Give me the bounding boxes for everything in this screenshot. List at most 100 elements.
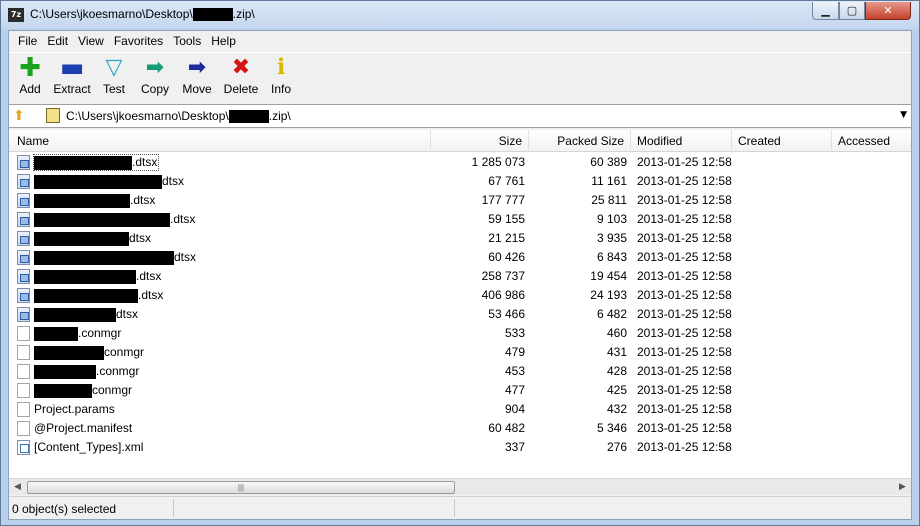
file-name-cell[interactable]: .dtsx [17, 191, 437, 210]
close-button[interactable]: ✕ [865, 2, 911, 20]
file-name-cell[interactable]: conmgr [17, 343, 437, 362]
7zip-app-icon[interactable]: 7z [8, 8, 24, 22]
menu-favorites[interactable]: Favorites [109, 31, 168, 51]
file-row[interactable]: Project.params 904 432 2013-01-25 12:58 [9, 400, 911, 419]
column-created[interactable]: Created [732, 130, 832, 152]
add-button[interactable]: ✚ Add [13, 55, 47, 101]
redacted-block [34, 193, 130, 208]
column-name[interactable]: Name [9, 130, 431, 152]
file-name-cell[interactable]: Project.params [17, 400, 437, 419]
file-icon [17, 345, 30, 360]
file-packed-size-cell: 460 [606, 326, 627, 340]
file-name-cell[interactable]: dtsx [17, 248, 437, 267]
scroll-right-icon[interactable]: ▶ [894, 479, 911, 496]
move-button[interactable]: ➡ Move [179, 55, 215, 101]
file-packed-size-cell: 24 193 [590, 288, 627, 302]
file-row[interactable]: .conmgr 453 428 2013-01-25 12:58 [9, 362, 911, 381]
package-file-icon [17, 288, 30, 303]
file-row[interactable]: conmgr 479 431 2013-01-25 12:58 [9, 343, 911, 362]
file-modified-cell: 2013-01-25 12:58 [637, 402, 732, 416]
horizontal-scrollbar[interactable]: ◀ ||| ▶ [9, 478, 911, 495]
file-name-cell[interactable]: dtsx [17, 229, 437, 248]
file-row[interactable]: .dtsx 59 155 9 103 2013-01-25 12:58 [9, 210, 911, 229]
file-name: .conmgr [34, 362, 139, 381]
window-title: C:\Users\jkoesmarno\Desktop\ .zip\ [30, 7, 255, 22]
minimize-button[interactable]: ▁ [812, 2, 839, 20]
file-extension: dtsx [129, 231, 152, 245]
file-modified-cell: 2013-01-25 12:58 [637, 307, 732, 321]
file-row[interactable]: dtsx 53 466 6 482 2013-01-25 12:58 [9, 305, 911, 324]
file-modified-cell: 2013-01-25 12:58 [637, 174, 732, 188]
file-name-cell[interactable]: .conmgr [17, 324, 437, 343]
file-row[interactable]: dtsx 60 426 6 843 2013-01-25 12:58 [9, 248, 911, 267]
extract-label: Extract [53, 82, 91, 96]
scrollbar-thumb[interactable]: ||| [27, 481, 455, 494]
title-bar[interactable]: 7z C:\Users\jkoesmarno\Desktop\ .zip\ ▁ ▢… [1, 1, 919, 29]
file-size-cell: 1 285 073 [471, 155, 525, 169]
chevron-down-icon[interactable]: ▼ [900, 110, 907, 120]
x-icon: ✖ [231, 55, 251, 80]
file-row[interactable]: .dtsx 1 285 073 60 389 2013-01-25 12:58 [9, 153, 911, 172]
extract-button[interactable]: ▬ Extract [50, 55, 94, 101]
file-name-cell[interactable]: .conmgr [17, 362, 437, 381]
file-row[interactable]: .conmgr 533 460 2013-01-25 12:58 [9, 324, 911, 343]
archive-icon [46, 108, 60, 123]
file-name-cell[interactable]: @Project.manifest [17, 419, 437, 438]
redacted-block [34, 269, 136, 284]
maximize-button[interactable]: ▢ [839, 2, 865, 20]
file-name-cell[interactable]: .dtsx [17, 210, 437, 229]
file-name-cell[interactable]: [Content_Types].xml [17, 438, 437, 457]
file-name-cell[interactable]: dtsx [17, 172, 437, 191]
file-extension: dtsx [116, 307, 139, 321]
file-size-cell: 60 426 [488, 250, 525, 264]
file-modified-cell: 2013-01-25 12:58 [637, 250, 732, 264]
file-name-cell[interactable]: .dtsx [17, 153, 437, 172]
file-name-cell[interactable]: .dtsx [17, 267, 437, 286]
scroll-left-icon[interactable]: ◀ [9, 479, 26, 496]
address-path-prefix: C:\Users\jkoesmarno\Desktop\ [66, 109, 229, 123]
column-accessed[interactable]: Accessed [832, 130, 911, 152]
file-packed-size-cell: 9 103 [596, 212, 627, 226]
file-extension: dtsx [162, 174, 185, 188]
menu-file[interactable]: File [13, 31, 42, 51]
file-row[interactable]: conmgr 477 425 2013-01-25 12:58 [9, 381, 911, 400]
file-row[interactable]: .dtsx 406 986 24 193 2013-01-25 12:58 [9, 286, 911, 305]
file-row[interactable]: .dtsx 258 737 19 454 2013-01-25 12:58 [9, 267, 911, 286]
delete-button[interactable]: ✖ Delete [221, 55, 261, 101]
file-row[interactable]: dtsx 67 761 11 161 2013-01-25 12:58 [9, 172, 911, 191]
file-row[interactable]: @Project.manifest 60 482 5 346 2013-01-25 1… [9, 419, 911, 438]
menu-tools[interactable]: Tools [168, 31, 206, 51]
file-size-cell: 53 466 [488, 307, 525, 321]
file-name-cell[interactable]: .dtsx [17, 286, 437, 305]
file-name-cell[interactable]: conmgr [17, 381, 437, 400]
file-icon [17, 364, 30, 379]
file-name: .dtsx [34, 210, 195, 229]
address-bar[interactable]: ⬆ C:\Users\jkoesmarno\Desktop\ .zip\ ▼ [9, 104, 911, 128]
column-modified[interactable]: Modified [631, 130, 732, 152]
info-icon: ℹ [276, 55, 286, 80]
column-packed-size[interactable]: Packed Size [529, 130, 631, 152]
file-row[interactable]: dtsx 21 215 3 935 2013-01-25 12:58 [9, 229, 911, 248]
file-icon [17, 421, 30, 436]
menu-help[interactable]: Help [206, 31, 241, 51]
move-arrow-icon: ➡ [187, 55, 207, 80]
info-button[interactable]: ℹ Info [267, 55, 295, 101]
menu-view[interactable]: View [73, 31, 109, 51]
column-size[interactable]: Size [431, 130, 529, 152]
status-divider [454, 499, 455, 517]
folder-up-icon[interactable]: ⬆ [13, 108, 29, 124]
file-list[interactable]: Name Size Packed Size Modified Created A… [9, 130, 911, 480]
check-icon: ▽ [105, 55, 123, 80]
test-button[interactable]: ▽ Test [98, 55, 130, 101]
package-file-icon [17, 250, 30, 265]
file-row[interactable]: [Content_Types].xml 337 276 2013-01-25 12:5… [9, 438, 911, 457]
copy-button[interactable]: ➡ Copy [137, 55, 173, 101]
file-name-cell[interactable]: dtsx [17, 305, 437, 324]
address-path[interactable]: C:\Users\jkoesmarno\Desktop\ .zip\ [66, 109, 291, 124]
file-size-cell: 60 482 [488, 421, 525, 435]
file-modified-cell: 2013-01-25 12:58 [637, 231, 732, 245]
focus-rectangle [33, 154, 159, 171]
menu-edit[interactable]: Edit [42, 31, 73, 51]
file-row[interactable]: .dtsx 177 777 25 811 2013-01-25 12:58 [9, 191, 911, 210]
file-size-cell: 453 [504, 364, 525, 378]
